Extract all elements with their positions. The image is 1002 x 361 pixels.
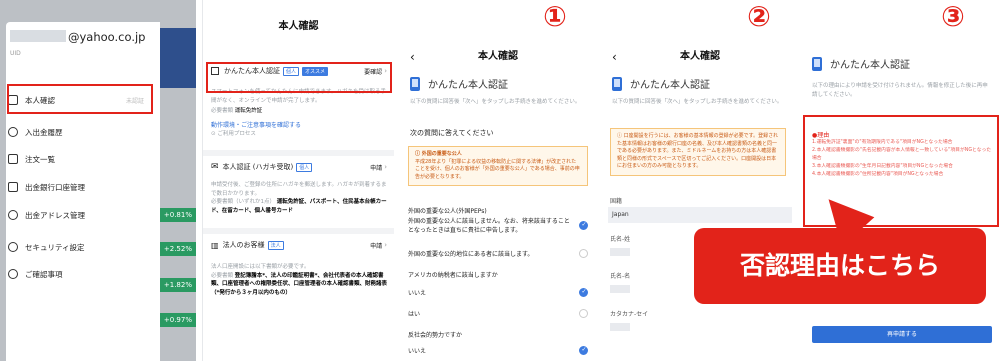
corporate-verification-option[interactable]: ▥ 法人のお客様 法人 申請 › 法人口座開設には以下書類が必要です。 必要書類… <box>203 240 394 297</box>
price-change-badge: +0.81% <box>158 208 196 222</box>
option-label: 本人認証 (ハガキ受取) <box>222 163 294 171</box>
postcard-verification-option[interactable]: ✉ 本人認証 (ハガキ受取) 個人 申請 › 申請受付後、ご登録の住所にハガキを… <box>203 162 394 215</box>
history-icon <box>8 127 18 137</box>
menu-item-bank-accounts[interactable]: 出金銀行口座管理 <box>8 175 154 199</box>
back-arrow-icon[interactable]: ‹ <box>612 46 617 68</box>
rejection-panel: かんたん本人認証 以下の理由により申請を受け付けられません。情報を修正した後に再… <box>802 0 1002 361</box>
option-status: 申請 <box>370 164 383 172</box>
required-documents: 必要書類（いずれか1点） 運転免許証、パスポート、住民基本台帳カード、在留カード… <box>211 199 387 214</box>
back-arrow-icon[interactable]: ‹ <box>410 46 415 68</box>
us-taxpayer-yes[interactable]: はい <box>408 309 588 318</box>
peps-option-applicable[interactable]: 外国の重要な公的地位にある者に該当します。 <box>408 249 588 258</box>
intro-text: 以下の質問に回答後「次へ」をタップしお手続きを進めてください。 <box>410 99 581 105</box>
account-menu-panel: +0.81% +2.52% +1.82% +0.97% @yahoo.co.jp… <box>0 0 196 361</box>
reapply-button[interactable]: 再申請する <box>812 326 992 343</box>
peps-question-label: 外国の重要な公人(外国PEPs) <box>408 208 487 215</box>
user-id: UID <box>10 50 21 57</box>
antisocial-no[interactable]: いいえ <box>408 346 588 355</box>
highlight-box <box>7 84 153 114</box>
phone-icon <box>410 76 420 91</box>
rejection-reason-callout: 否認理由はこちら <box>694 228 986 304</box>
option-description: 法人口座開設には以下書類が必要です。 <box>211 264 310 270</box>
environment-notes-link[interactable]: 動作環境・ご注意事項を確認する <box>211 120 387 129</box>
radio-checked[interactable] <box>579 288 588 297</box>
location-icon <box>8 210 18 220</box>
page-title: 本人確認 <box>278 21 319 32</box>
masked-username <box>10 30 66 42</box>
antisocial-label: 反社会的勢力ですか <box>408 332 463 339</box>
step-marker: ① <box>543 0 567 33</box>
radio-unchecked[interactable] <box>579 249 588 258</box>
price-change-badge: +1.82% <box>158 278 196 292</box>
radio-checked[interactable] <box>579 346 588 355</box>
corporate-tag: 法人 <box>267 240 284 250</box>
nav-header: ‹ 本人確認 <box>602 46 798 68</box>
personal-tag: 個人 <box>296 162 313 172</box>
question-heading: 次の質問に答えてください <box>410 129 494 137</box>
section-heading: かんたん本人認証 <box>602 68 798 91</box>
option-description: 申請受付後、ご登録の住所にハガキを郵送します。ハガキが到着するまで数日かかります… <box>211 182 387 197</box>
background-chart <box>160 28 196 88</box>
intro-text: 以下の質問に回答後「次へ」をタップしお手続きを進めてください。 <box>612 99 783 105</box>
us-taxpayer-no[interactable]: いいえ <box>408 288 588 297</box>
last-name-label: 氏名-姓 <box>610 236 631 243</box>
bank-icon <box>8 182 18 192</box>
peps-notice: ⓘ 外国の重要な公人 平成28年より「犯罪による収益の移転防止に関する法律」が改正… <box>408 146 588 186</box>
price-change-badge: +2.52% <box>158 242 196 256</box>
info-icon <box>8 269 18 279</box>
first-name-field[interactable] <box>610 285 630 293</box>
country-field[interactable]: Japan <box>608 207 792 223</box>
peps-option-not-applicable[interactable]: 外国の重要な公人に該当しません。なお、将来該当することとなったときは直ちに貴社に… <box>408 218 588 235</box>
required-documents: 必要書類 登記簿謄本*、法人の印鑑証明書*、会社代表者の本人確認書類、口座管理者… <box>211 272 388 296</box>
section-heading: かんたん本人認証 <box>802 0 1002 71</box>
list-icon <box>8 154 18 164</box>
phone-icon <box>612 76 622 91</box>
verification-options-panel: 本人確認 かんたん本人認証 個人 オススメ 要確認 › スマートフォンを使ってか… <box>202 0 394 361</box>
info-notice: ⓘ 口座開設を行うには、お客様の基本情報の登録が必要です。登録された基本情報はお… <box>610 128 786 176</box>
required-documents: 必要書類 運転免許証 <box>211 108 263 114</box>
radio-checked[interactable] <box>579 221 588 230</box>
chevron-right-icon: › <box>384 241 387 249</box>
menu-item-security[interactable]: セキュリティ設定 <box>8 235 154 259</box>
menu-item-orders[interactable]: 注文一覧 <box>8 147 154 171</box>
questionnaire-panel: ‹ 本人確認 かんたん本人認証 以下の質問に回答後「次へ」をタップしお手続きを進め… <box>400 0 596 361</box>
phone-icon <box>812 56 822 71</box>
price-change-badge: +0.97% <box>158 313 196 327</box>
menu-item-deposit-history[interactable]: 入出金履歴 <box>8 120 154 144</box>
building-icon: ▥ <box>211 240 219 250</box>
country-label: 国籍 <box>610 198 623 205</box>
last-name-field[interactable] <box>610 248 630 256</box>
user-email: @yahoo.co.jp <box>10 30 145 44</box>
composite-screenshot: +0.81% +2.52% +1.82% +0.97% @yahoo.co.jp… <box>0 0 1002 361</box>
kana-last-name-label: カタカナ-セイ <box>610 311 649 318</box>
us-taxpayer-label: アメリカの納税者に該当しますか <box>408 272 498 279</box>
divider <box>203 150 394 156</box>
shield-icon <box>8 242 18 252</box>
first-name-label: 氏名-名 <box>610 273 631 280</box>
section-heading: かんたん本人認証 <box>400 68 596 91</box>
kana-last-name-field[interactable] <box>610 323 630 331</box>
option-status: 申請 <box>370 242 383 250</box>
step-marker: ② <box>747 0 771 33</box>
option-label: 法人のお客様 <box>222 241 265 249</box>
divider <box>203 228 394 234</box>
menu-item-notices[interactable]: ご確認事項 <box>8 262 154 286</box>
highlight-box <box>206 62 392 93</box>
menu-item-addresses[interactable]: 出金アドレス管理 <box>8 203 154 227</box>
intro-text: 以下の理由により申請を受け付けられません。情報を修正した後に再申請してください。 <box>812 83 988 98</box>
nav-header: ‹ 本人確認 <box>400 46 596 68</box>
envelope-icon: ✉ <box>211 162 219 172</box>
radio-unchecked[interactable] <box>579 309 588 318</box>
step-marker: ③ <box>941 0 965 33</box>
chevron-right-icon: › <box>384 163 387 171</box>
process-link[interactable]: ⊙ ご利用プロセス <box>211 130 387 139</box>
personal-info-panel: ‹ 本人確認 かんたん本人認証 以下の質問に回答後「次へ」をタップしお手続きを進め… <box>602 0 798 361</box>
